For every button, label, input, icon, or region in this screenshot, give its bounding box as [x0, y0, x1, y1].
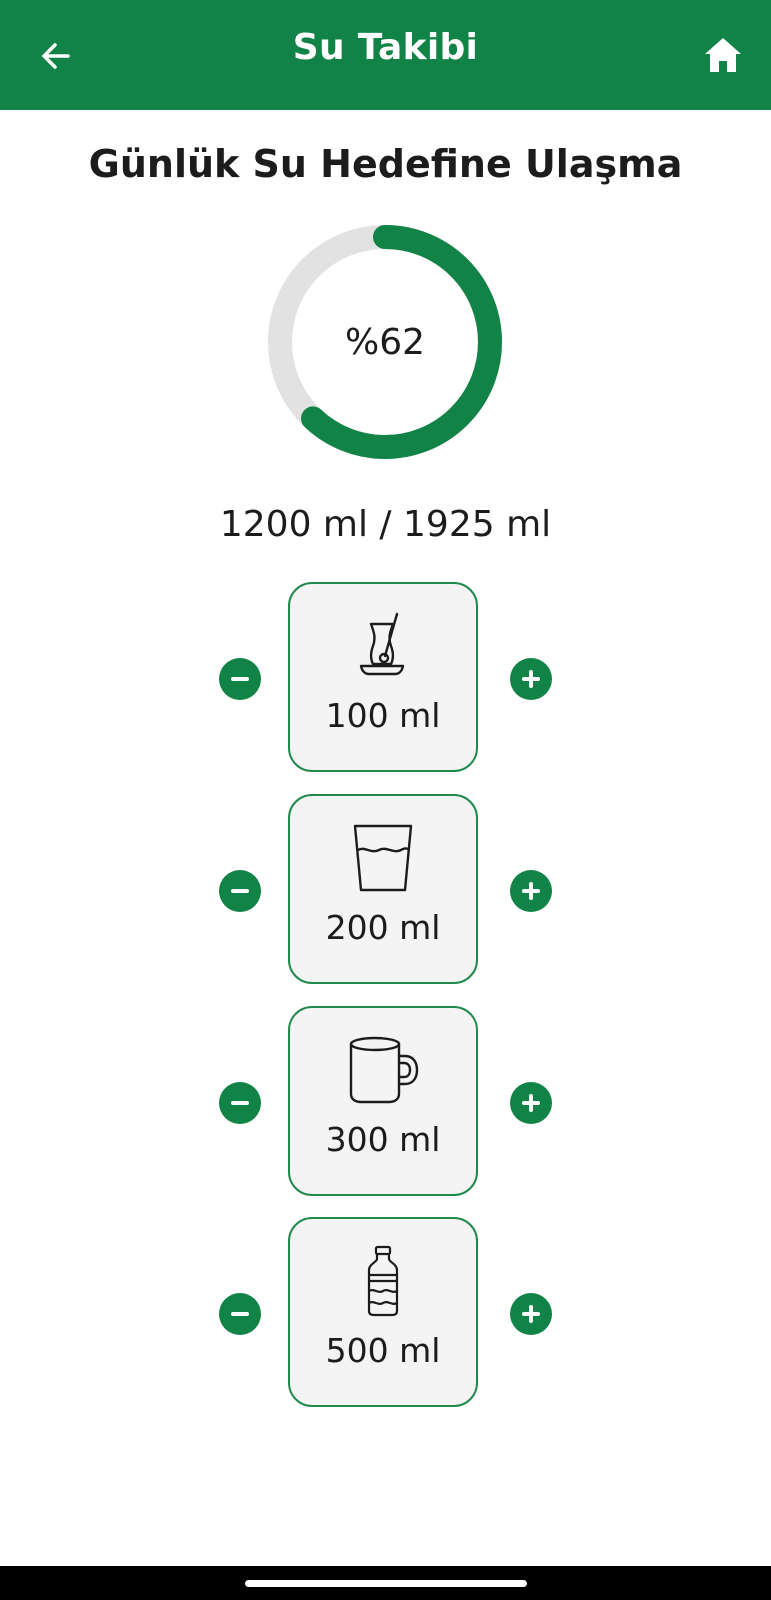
water-glass-icon [353, 824, 413, 892]
minus-circle-icon [231, 1101, 249, 1105]
plus-circle-icon [522, 882, 540, 900]
drink-card-tea-glass[interactable]: 100 ml [288, 582, 478, 772]
minus-circle-icon [231, 1312, 249, 1316]
progress-percent: %62 [344, 321, 425, 363]
increase-button-bottle[interactable] [510, 1293, 552, 1335]
drink-volume: 500 ml [325, 1331, 441, 1370]
app-bar: Su Takibi [0, 0, 771, 110]
drink-row-bottle: 500 ml [0, 1217, 771, 1411]
drink-volume: 200 ml [325, 908, 441, 947]
decrease-button-tea-glass[interactable] [219, 658, 261, 700]
increase-button-mug[interactable] [510, 1082, 552, 1124]
drink-card-mug[interactable]: 300 ml [288, 1006, 478, 1196]
water-bottle-icon [367, 1245, 399, 1317]
drink-card-water-glass[interactable]: 200 ml [288, 794, 478, 984]
increase-button-tea-glass[interactable] [510, 658, 552, 700]
home-button[interactable] [700, 32, 746, 78]
home-icon [705, 38, 741, 72]
minus-circle-icon [231, 677, 249, 681]
increase-button-water-glass[interactable] [510, 870, 552, 912]
drink-row-tea-glass: 100 ml [0, 582, 771, 776]
plus-circle-icon [522, 1094, 540, 1112]
page-title: Su Takibi [292, 27, 479, 68]
minus-circle-icon [231, 889, 249, 893]
decrease-button-water-glass[interactable] [219, 870, 261, 912]
mug-icon [349, 1036, 419, 1104]
drink-row-mug: 300 ml [0, 1006, 771, 1200]
plus-circle-icon [522, 1305, 540, 1323]
decrease-button-bottle[interactable] [219, 1293, 261, 1335]
system-home-indicator-area [0, 1566, 771, 1600]
drink-volume: 300 ml [325, 1120, 441, 1159]
home-indicator-bar[interactable] [245, 1580, 527, 1587]
decrease-button-mug[interactable] [219, 1082, 261, 1124]
drink-volume: 100 ml [325, 696, 441, 735]
goal-heading: Günlük Su Hedefine Ulaşma [88, 142, 683, 186]
tea-glass-icon [359, 612, 405, 676]
plus-circle-icon [522, 670, 540, 688]
amount-summary: 1200 ml / 1925 ml [219, 504, 552, 545]
drink-card-bottle[interactable]: 500 ml [288, 1217, 478, 1407]
drink-row-water-glass: 200 ml [0, 794, 771, 988]
